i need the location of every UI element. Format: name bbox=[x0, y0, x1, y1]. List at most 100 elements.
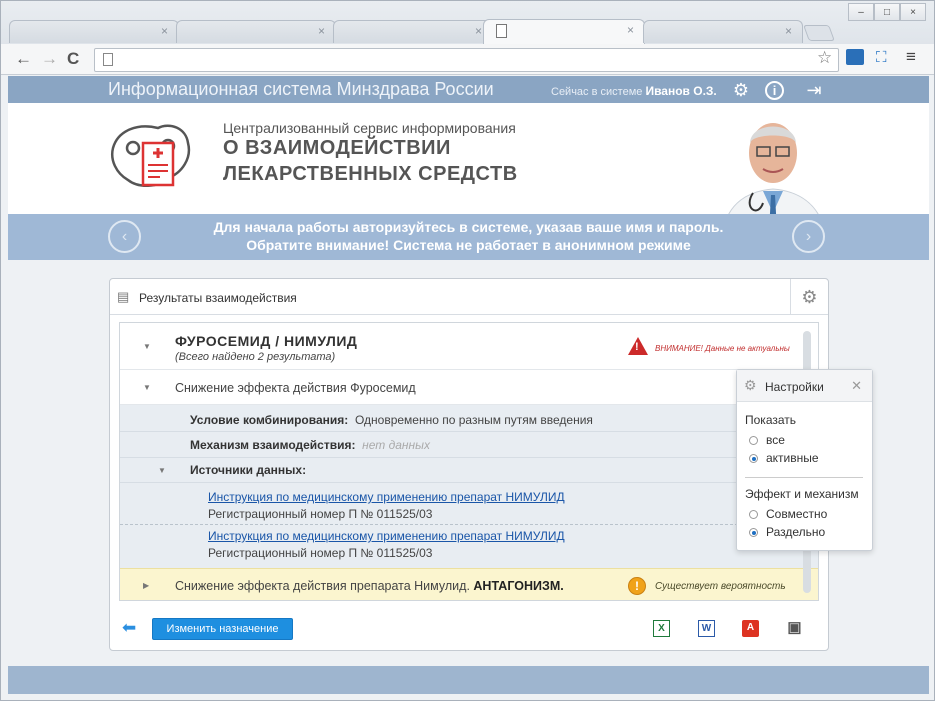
close-icon[interactable]: ✕ bbox=[851, 378, 862, 394]
logout-icon[interactable]: ⇥ bbox=[803, 79, 825, 101]
gear-icon[interactable]: ⚙ bbox=[730, 79, 752, 101]
new-tab-button[interactable] bbox=[803, 25, 835, 41]
warning-icon: ! bbox=[628, 337, 648, 355]
radio-together[interactable]: Совместно bbox=[749, 507, 827, 521]
effect-group-label: Эффект и механизм bbox=[745, 487, 859, 501]
chevron-right-icon[interactable]: ▶ bbox=[143, 581, 149, 590]
close-icon[interactable]: × bbox=[785, 24, 792, 38]
mechanism-value: нет данных bbox=[362, 438, 430, 452]
russia-map-logo-icon bbox=[111, 124, 191, 187]
source-link[interactable]: Инструкция по медицинскому применению пр… bbox=[208, 529, 565, 543]
close-icon[interactable]: × bbox=[318, 24, 325, 38]
drug-pair-row[interactable]: ▼ ФУРОСЕМИД / НИМУЛИД (Всего найдено 2 р… bbox=[120, 323, 818, 370]
service-title-line2: ЛЕКАРСТВЕННЫХ СРЕДСТВ bbox=[223, 163, 518, 185]
tab-bar: × × × × × – □ × bbox=[1, 1, 934, 45]
auth-notice: ‹ Для начала работы авторизуйтесь в сист… bbox=[8, 214, 929, 260]
radio-button[interactable] bbox=[749, 510, 758, 519]
service-title-line1: О ВЗАИМОДЕЙСТВИИ bbox=[223, 137, 451, 159]
interaction-details: Условие комбинирования: Одновременно по … bbox=[120, 405, 818, 568]
close-icon[interactable]: × bbox=[161, 24, 168, 38]
user-name: Иванов О.З. bbox=[645, 84, 717, 98]
results-panel: ▤ Результаты взаимодействия ⚙ ▼ ФУРОСЕМИ… bbox=[109, 278, 829, 651]
menu-icon[interactable]: ≡ bbox=[906, 47, 916, 67]
word-export-icon[interactable]: W bbox=[698, 620, 715, 637]
address-bar[interactable] bbox=[94, 48, 839, 72]
cast-icon[interactable] bbox=[846, 49, 864, 65]
settings-gear-button[interactable]: ⚙ bbox=[790, 279, 828, 315]
radio-button[interactable] bbox=[749, 454, 758, 463]
radio-button[interactable] bbox=[749, 436, 758, 445]
browser-tab[interactable]: × bbox=[176, 20, 336, 43]
mechanism-label: Механизм взаимодействия: bbox=[190, 438, 356, 452]
back-button[interactable]: ← bbox=[15, 49, 32, 69]
radio-show-all[interactable]: все bbox=[749, 433, 785, 447]
search-results-icon: ▤ bbox=[117, 289, 130, 304]
radio-show-active[interactable]: активные bbox=[749, 451, 819, 465]
panel-header: ▤ Результаты взаимодействия ⚙ bbox=[110, 279, 828, 315]
radio-button[interactable] bbox=[749, 528, 758, 537]
notice-line2: Обратите внимание! Система не работает в… bbox=[246, 237, 691, 253]
interaction-row-highlighted[interactable]: ▶ Снижение эффекта действия препарата Ни… bbox=[120, 568, 818, 600]
browser-window: × × × × × – □ × ← → C ☆ ⛶ ≡ Информационн… bbox=[0, 0, 935, 701]
forward-button[interactable]: → bbox=[41, 49, 58, 69]
drug-pair-title: ФУРОСЕМИД / НИМУЛИД bbox=[175, 333, 358, 349]
pdf-export-icon[interactable]: A bbox=[742, 620, 759, 637]
excel-export-icon[interactable]: X bbox=[653, 620, 670, 637]
option-label: Раздельно bbox=[766, 525, 826, 539]
warning-text: ВНИМАНИЕ! Данные не актуальны bbox=[655, 344, 790, 353]
source-link[interactable]: Инструкция по медицинскому применению пр… bbox=[208, 490, 565, 504]
caution-icon: ! bbox=[628, 577, 646, 595]
minimize-button[interactable]: – bbox=[848, 3, 874, 21]
footer-bar bbox=[8, 666, 929, 694]
divider bbox=[120, 431, 818, 432]
interaction-effect: Снижение эффекта действия Фуросемид bbox=[175, 381, 416, 395]
sources-label: Источники данных: bbox=[190, 463, 307, 477]
browser-tab[interactable]: × bbox=[643, 20, 803, 43]
panel-footer: ⬅ Изменить назначение X W A ▣ bbox=[110, 609, 828, 651]
browser-tab[interactable]: × bbox=[333, 20, 493, 43]
gear-icon: ⚙ bbox=[744, 377, 757, 393]
maximize-button[interactable]: □ bbox=[874, 3, 900, 21]
browser-tab[interactable]: × bbox=[9, 20, 179, 43]
registration-number: Регистрационный номер П № 011525/03 bbox=[208, 507, 433, 521]
condition-label: Условие комбинирования: bbox=[190, 413, 349, 427]
option-label: все bbox=[766, 433, 785, 447]
current-user: Сейчас в системе Иванов О.З. bbox=[551, 84, 717, 98]
probability-text: Существует вероятность bbox=[655, 581, 786, 592]
reload-button[interactable]: C bbox=[67, 49, 79, 69]
effect-text: Снижение эффекта действия препарата Ниму… bbox=[175, 579, 470, 593]
back-arrow-icon[interactable]: ⬅ bbox=[122, 618, 136, 638]
fullscreen-icon[interactable]: ⛶ bbox=[876, 49, 887, 66]
chevron-right-icon[interactable]: › bbox=[792, 220, 825, 253]
chevron-down-icon[interactable]: ▼ bbox=[143, 342, 151, 351]
browser-toolbar: ← → C ☆ ⛶ ≡ bbox=[1, 44, 934, 75]
dashed-divider bbox=[120, 524, 818, 525]
option-label: активные bbox=[766, 451, 819, 465]
close-window-button[interactable]: × bbox=[900, 3, 926, 21]
results-count: (Всего найдено 2 результата) bbox=[175, 351, 336, 363]
combination-condition: Условие комбинирования: Одновременно по … bbox=[190, 413, 593, 427]
sources-header: Источники данных: bbox=[190, 463, 306, 477]
interaction-row[interactable]: ▼ Снижение эффекта действия Фуросемид bbox=[120, 370, 818, 405]
info-icon[interactable]: i bbox=[765, 81, 784, 100]
settings-title: Настройки bbox=[765, 380, 824, 394]
browser-tab-active[interactable]: × bbox=[483, 19, 645, 44]
close-icon[interactable]: × bbox=[627, 23, 634, 37]
service-subtitle: Централизованный сервис информирования bbox=[223, 120, 516, 136]
app-header: Информационная система Минздрава России … bbox=[8, 76, 929, 103]
print-icon[interactable]: ▣ bbox=[786, 620, 803, 637]
doctor-photo bbox=[722, 123, 826, 231]
registration-number: Регистрационный номер П № 011525/03 bbox=[208, 546, 433, 560]
change-prescription-button[interactable]: Изменить назначение bbox=[152, 618, 293, 640]
effect-type: АНТАГОНИЗМ. bbox=[473, 579, 564, 593]
mechanism: Механизм взаимодействия: нет данных bbox=[190, 438, 430, 452]
close-icon[interactable]: × bbox=[475, 24, 482, 38]
divider bbox=[745, 477, 863, 478]
chevron-down-icon[interactable]: ▼ bbox=[158, 466, 166, 475]
chevron-down-icon[interactable]: ▼ bbox=[143, 383, 151, 392]
notice-line1: Для начала работы авторизуйтесь в систем… bbox=[213, 219, 724, 235]
window-controls: – □ × bbox=[848, 3, 926, 21]
radio-separate[interactable]: Раздельно bbox=[749, 525, 825, 539]
divider bbox=[120, 482, 818, 483]
star-icon[interactable]: ☆ bbox=[817, 48, 832, 68]
